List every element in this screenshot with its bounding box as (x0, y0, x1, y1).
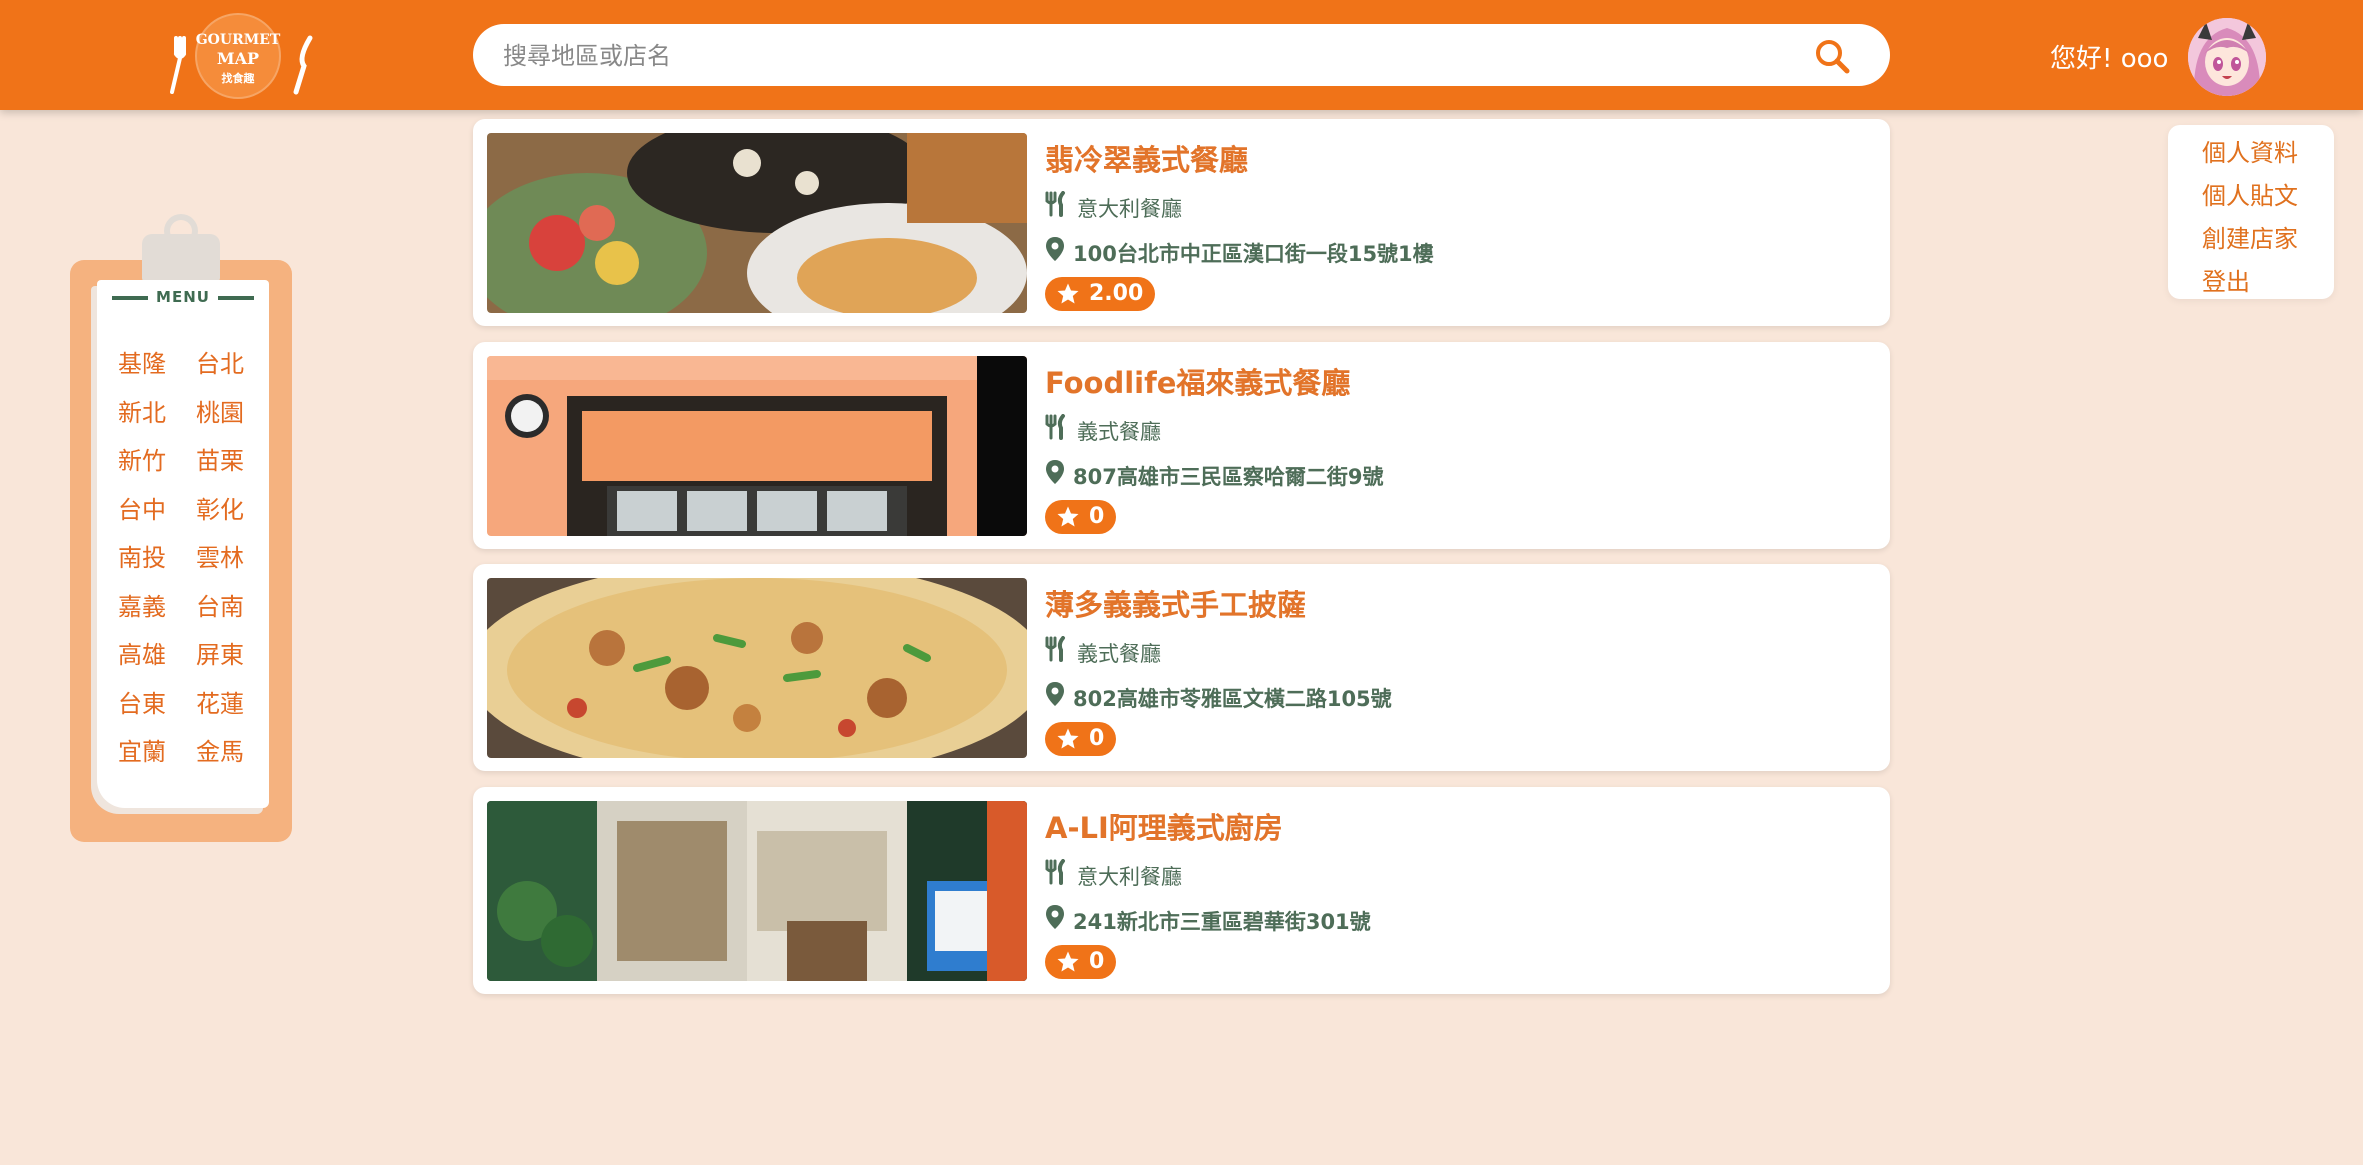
avatar-image (2188, 18, 2266, 96)
restaurant-name[interactable]: A-LI阿理義式廚房 (1045, 805, 1283, 847)
restaurant-category: 意大利餐廳 (1045, 859, 1182, 889)
map-pin-icon (1046, 460, 1064, 484)
restaurant-card[interactable]: 翡冷翠義式餐廳 意大利餐廳 100台北市中正區漢口街一段15號1樓 2.00 (473, 119, 1890, 326)
logo-line-3: 找食趣 (222, 71, 256, 85)
rating-value: 0 (1089, 726, 1105, 751)
restaurant-address-text: 241新北市三重區碧華街301號 (1073, 910, 1371, 934)
utensils-icon (1045, 191, 1065, 217)
city-taichung[interactable]: 台中 (118, 490, 166, 525)
city-tainan[interactable]: 台南 (196, 587, 244, 622)
utensils-icon (1045, 636, 1065, 662)
restaurant-address-text: 802高雄市苓雅區文橫二路105號 (1073, 687, 1392, 711)
menu-item-my-posts[interactable]: 個人貼文 (2202, 176, 2298, 211)
restaurant-card[interactable]: Foodlife福來義式餐廳 義式餐廳 807高雄市三民區察哈爾二街9號 0 (473, 342, 1890, 549)
search-bar (473, 24, 1890, 88)
city-taitung[interactable]: 台東 (118, 684, 166, 719)
restaurant-category: 義式餐廳 (1045, 414, 1161, 444)
restaurant-photo[interactable] (487, 578, 1027, 758)
city-pingtung[interactable]: 屏東 (196, 635, 244, 670)
restaurant-address: 802高雄市苓雅區文橫二路105號 (1045, 681, 1392, 711)
city-taipei[interactable]: 台北 (196, 344, 244, 379)
city-miaoli[interactable]: 苗栗 (196, 441, 244, 476)
search-input[interactable] (501, 24, 1805, 88)
restaurant-category: 意大利餐廳 (1045, 191, 1182, 221)
clipboard-clip (142, 234, 220, 282)
city-chiayi[interactable]: 嘉義 (118, 587, 166, 622)
logo-line-1: GOURMET (196, 32, 281, 48)
gourmet-map-logo[interactable]: GOURMET MAP 找食趣 (158, 8, 318, 103)
star-icon (1057, 728, 1079, 749)
restaurant-address: 241新北市三重區碧華街301號 (1045, 904, 1371, 934)
city-hsinchu[interactable]: 新竹 (118, 441, 166, 476)
restaurant-photo[interactable] (487, 801, 1027, 981)
restaurant-name[interactable]: 翡冷翠義式餐廳 (1045, 137, 1248, 179)
region-menu-clipboard: MENU 基隆 台北 新北 桃園 新竹 苗栗 台中 彰化 南投 雲林 嘉義 台南… (70, 214, 292, 842)
restaurant-category-text: 意大利餐廳 (1077, 865, 1182, 889)
city-nantou[interactable]: 南投 (118, 538, 166, 573)
region-menu-title: MENU (97, 288, 269, 306)
map-pin-icon (1046, 905, 1064, 929)
restaurant-photo[interactable] (487, 356, 1027, 536)
city-taoyuan[interactable]: 桃園 (196, 393, 244, 428)
rating-value: 2.00 (1089, 281, 1144, 306)
rating-badge: 0 (1045, 945, 1117, 979)
top-bar: GOURMET MAP 找食趣 您好! ooo (0, 0, 2363, 110)
city-changhua[interactable]: 彰化 (196, 490, 244, 525)
city-hualien[interactable]: 花蓮 (196, 684, 244, 719)
city-kinmen-matsu[interactable]: 金馬 (196, 732, 244, 767)
menu-item-logout[interactable]: 登出 (2202, 262, 2250, 297)
utensils-icon (1045, 859, 1065, 885)
restaurant-card[interactable]: A-LI阿理義式廚房 意大利餐廳 241新北市三重區碧華街301號 0 (473, 787, 1890, 994)
star-icon (1057, 506, 1079, 527)
user-greeting: 您好! ooo (2050, 44, 2169, 74)
restaurant-address-text: 807高雄市三民區察哈爾二街9號 (1073, 465, 1384, 489)
restaurant-category-text: 意大利餐廳 (1077, 197, 1182, 221)
restaurant-card[interactable]: 薄多義義式手工披薩 義式餐廳 802高雄市苓雅區文橫二路105號 0 (473, 564, 1890, 771)
star-icon (1057, 283, 1079, 304)
user-dropdown-menu: 個人資料 個人貼文 創建店家 登出 (2168, 125, 2334, 299)
rating-badge: 0 (1045, 722, 1117, 756)
user-avatar[interactable] (2188, 18, 2266, 96)
restaurant-category: 義式餐廳 (1045, 636, 1161, 666)
rating-badge: 0 (1045, 500, 1117, 534)
restaurant-photo[interactable] (487, 133, 1027, 313)
city-keelung[interactable]: 基隆 (118, 344, 166, 379)
menu-item-create-store[interactable]: 創建店家 (2202, 219, 2298, 254)
restaurant-category-text: 義式餐廳 (1077, 642, 1161, 666)
city-new-taipei[interactable]: 新北 (118, 393, 166, 428)
city-yilan[interactable]: 宜蘭 (118, 732, 166, 767)
city-yunlin[interactable]: 雲林 (196, 538, 244, 573)
restaurant-name[interactable]: Foodlife福來義式餐廳 (1045, 360, 1350, 402)
restaurant-address: 100台北市中正區漢口街一段15號1樓 (1045, 236, 1434, 266)
rating-badge: 2.00 (1045, 277, 1156, 311)
restaurant-address-text: 100台北市中正區漢口街一段15號1樓 (1073, 242, 1434, 266)
star-icon (1057, 951, 1079, 972)
map-pin-icon (1046, 682, 1064, 706)
city-kaohsiung[interactable]: 高雄 (118, 635, 166, 670)
restaurant-category-text: 義式餐廳 (1077, 420, 1161, 444)
restaurant-address: 807高雄市三民區察哈爾二街9號 (1045, 459, 1383, 489)
utensils-icon (1045, 414, 1065, 440)
rating-value: 0 (1089, 504, 1105, 529)
search-icon[interactable] (1814, 38, 1850, 74)
map-pin-icon (1046, 237, 1064, 261)
logo-line-2: MAP (217, 49, 259, 68)
menu-item-profile[interactable]: 個人資料 (2202, 133, 2298, 168)
restaurant-name[interactable]: 薄多義義式手工披薩 (1045, 582, 1306, 624)
rating-value: 0 (1089, 949, 1105, 974)
